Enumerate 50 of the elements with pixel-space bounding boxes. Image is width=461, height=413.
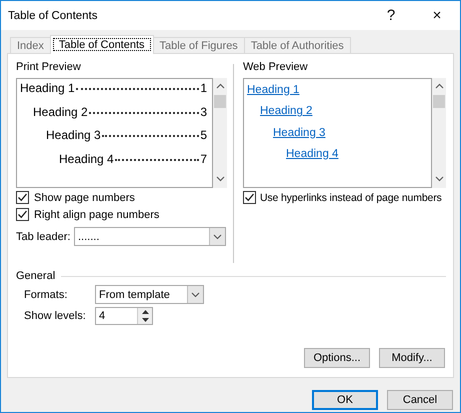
ok-button[interactable]: OK: [312, 390, 378, 410]
dialog-button[interactable]: Modify...: [379, 348, 445, 368]
checkbox-label: Show page numbers: [34, 192, 135, 204]
toc-entry: Heading 2: [33, 104, 88, 118]
scroll-down-icon[interactable]: [434, 176, 444, 182]
cancel-button[interactable]: Cancel: [387, 390, 453, 410]
scroll-up-icon[interactable]: [216, 83, 224, 89]
spin-down-icon[interactable]: [142, 318, 148, 322]
section-label: Web Preview: [243, 61, 309, 75]
page-number: 7: [200, 152, 207, 166]
tab[interactable]: Table of Authorities: [244, 37, 351, 53]
close-button[interactable]: ×: [414, 1, 460, 30]
checkbox[interactable]: [243, 191, 256, 204]
scrollbar[interactable]: [213, 78, 227, 188]
scroll-thumb[interactable]: [214, 95, 226, 108]
scrollbar[interactable]: [432, 78, 446, 188]
heading-link[interactable]: Heading 2: [260, 105, 312, 118]
dialog-button[interactable]: Options...: [304, 348, 370, 368]
scroll-up-icon[interactable]: [434, 83, 444, 89]
window-title: Table of Contents: [8, 10, 99, 22]
tab[interactable]: Table of Figures: [152, 37, 245, 53]
checkbox-label: Right align page numbers: [34, 208, 160, 220]
formats-dropdown[interactable]: From template: [95, 285, 204, 304]
toc-entry: Heading 4: [59, 152, 114, 166]
checkbox[interactable]: [16, 191, 29, 204]
help-button[interactable]: ?: [368, 1, 414, 30]
chevron-down-icon: [213, 234, 222, 240]
page-number: 5: [200, 128, 207, 142]
tab[interactable]: Index: [10, 37, 51, 53]
checkbox-label: Use hyperlinks instead of page numbers: [260, 192, 442, 204]
section-label: Print Preview: [16, 61, 82, 75]
toc-entry: Heading 1: [20, 81, 75, 95]
chevron-down-icon: [191, 292, 200, 298]
page-number: 3: [200, 104, 207, 118]
checkbox[interactable]: [16, 208, 29, 221]
heading-link[interactable]: Heading 3: [273, 126, 326, 139]
page-number: 1: [200, 81, 207, 95]
section-label: General: [16, 270, 56, 282]
field-label: Tab leader:: [16, 230, 72, 242]
heading-link[interactable]: Heading 1: [247, 84, 300, 96]
tab[interactable]: Table of Contents: [50, 35, 154, 54]
scroll-thumb[interactable]: [433, 95, 445, 108]
spin-up-icon[interactable]: [142, 310, 148, 314]
toc-entry: Heading 3: [46, 128, 101, 142]
field-label: Show levels:: [24, 310, 87, 322]
scroll-down-icon[interactable]: [216, 176, 224, 182]
tab-leader-dropdown[interactable]: .......: [74, 227, 226, 246]
levels-spinner[interactable]: 4: [95, 307, 153, 325]
field-label: Formats:: [24, 288, 68, 300]
heading-link[interactable]: Heading 4: [286, 148, 338, 160]
